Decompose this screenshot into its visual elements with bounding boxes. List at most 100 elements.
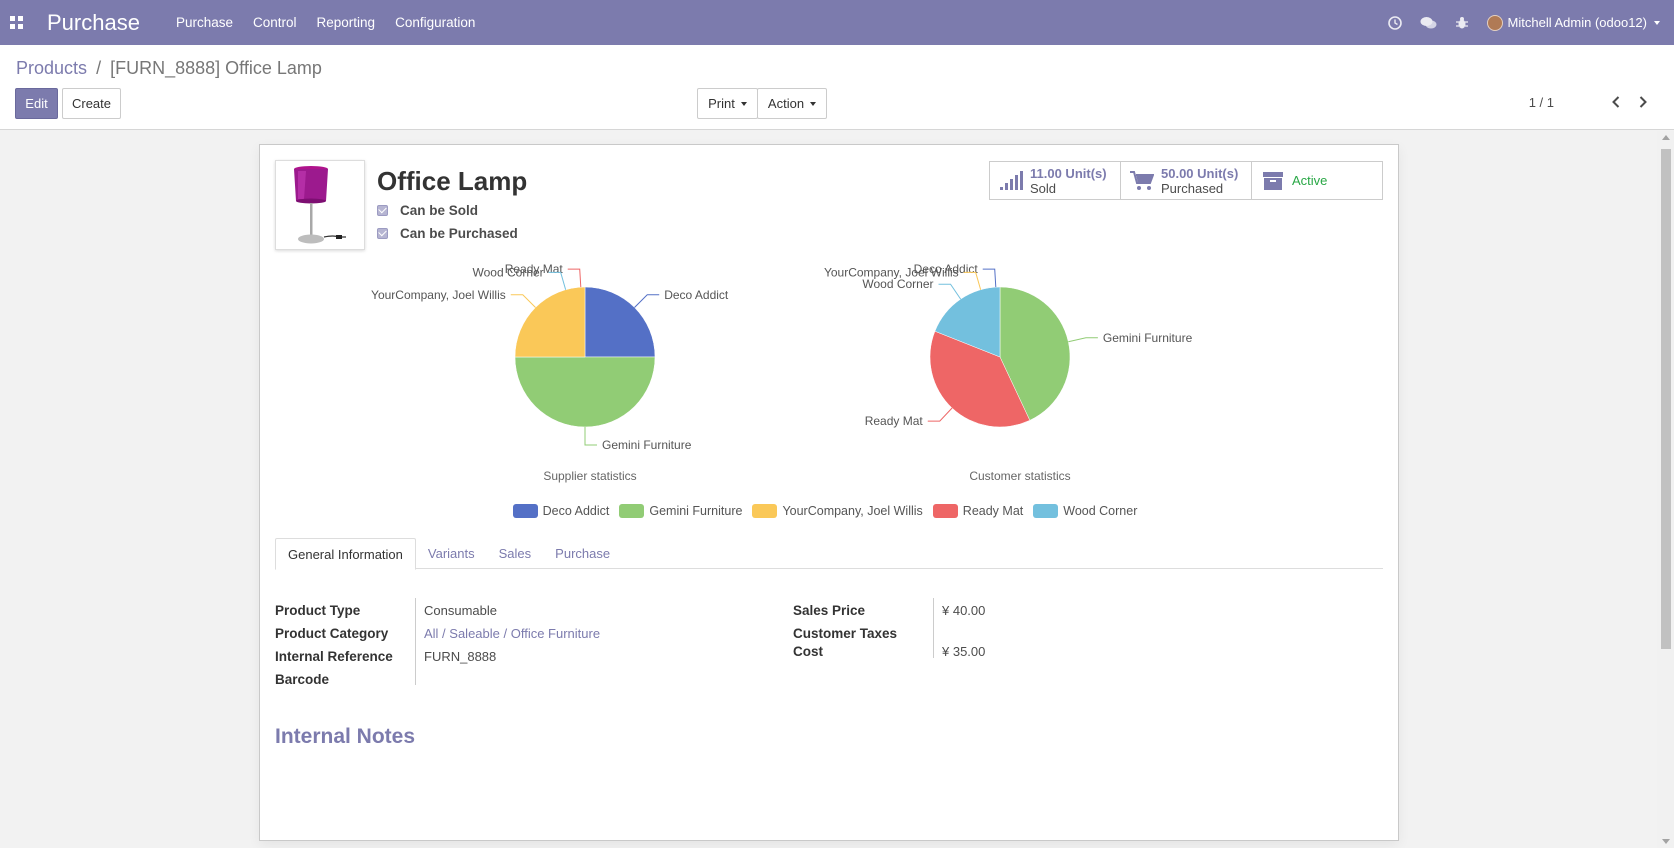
can-be-purchased-checkbox[interactable] (377, 228, 388, 239)
sales-price-value[interactable]: ¥ 40.00 (942, 603, 985, 618)
active-label: Active (1292, 173, 1328, 188)
vertical-scrollbar[interactable] (1657, 131, 1674, 848)
tab-sales[interactable]: Sales (487, 538, 544, 569)
legend-ready-mat[interactable]: Ready Mat (932, 504, 1024, 518)
legend-label: Gemini Furniture (649, 504, 743, 518)
pie-label: Wood Corner (862, 277, 933, 291)
signal-bars-icon (998, 170, 1024, 191)
label-leader-line (927, 407, 953, 422)
control-panel: Products / [FURN_8888] Office Lamp Edit … (0, 45, 1674, 130)
legend-label: Wood Corner (1063, 504, 1138, 518)
office-lamp-image (294, 166, 346, 244)
legend-gemini-furniture[interactable]: Gemini Furniture (619, 504, 742, 518)
cost-value[interactable]: ¥ 35.00 (942, 644, 985, 659)
pager-next-button[interactable] (1632, 91, 1654, 113)
user-menu[interactable]: Mitchell Admin (odoo12) (1486, 14, 1660, 31)
debug-bug-icon[interactable] (1455, 16, 1469, 30)
pager-value[interactable]: 1 / 1 (1529, 95, 1554, 110)
scroll-down-icon[interactable] (1662, 839, 1670, 844)
breadcrumb-products[interactable]: Products (16, 58, 87, 78)
tab-purchase[interactable]: Purchase (543, 538, 622, 569)
legend-deco-addict[interactable]: Deco Addict (512, 504, 610, 518)
label-leader-line (1068, 337, 1098, 343)
user-name: Mitchell Admin (odoo12) (1507, 15, 1647, 30)
print-button[interactable]: Print (697, 88, 758, 119)
statistics-charts: Deco Addict Gemini Furniture YourCompany, … (371, 262, 1193, 452)
can-be-purchased-label: Can be Purchased (400, 226, 518, 241)
internal-reference-label: Internal Reference (275, 649, 393, 664)
label-leader-line (567, 268, 582, 288)
pager-previous-button[interactable] (1605, 91, 1627, 113)
barcode-label: Barcode (275, 672, 330, 687)
legend-label: YourCompany, Joel Willis (782, 504, 923, 518)
internal-reference-value[interactable]: FURN_8888 (424, 649, 496, 664)
legend-yourcompany[interactable]: YourCompany, Joel Willis (752, 504, 923, 518)
action-button[interactable]: Action (757, 88, 827, 119)
product-image[interactable] (275, 160, 365, 250)
sold-smart-button[interactable]: 11.00 Unit(s) Sold (990, 162, 1121, 199)
caret-down-icon (740, 101, 747, 106)
sold-label: Sold (1030, 180, 1057, 196)
label-leader-line (982, 268, 997, 288)
systray: Mitchell Admin (odoo12) (1387, 0, 1674, 45)
menu-control[interactable]: Control (253, 15, 297, 30)
activity-clock-icon[interactable] (1387, 15, 1402, 30)
menu-reporting[interactable]: Reporting (317, 15, 376, 30)
scroll-up-icon[interactable] (1662, 135, 1670, 140)
customer-pie-chart: Deco AddictGemini FurnitureYourCompany, … (824, 262, 1193, 428)
main-menu: Purchase Control Reporting Configuration (176, 15, 495, 30)
tab-variants[interactable]: Variants (416, 538, 487, 569)
tab-general-information[interactable]: General Information (275, 538, 416, 570)
legend-wood-corner[interactable]: Wood Corner (1033, 504, 1137, 518)
product-category-link[interactable]: All / Saleable / Office Furniture (424, 626, 600, 641)
pie-label: YourCompany, Joel Willis (371, 288, 506, 302)
menu-configuration[interactable]: Configuration (395, 15, 475, 30)
chart-legend: Deco Addict Gemini Furniture YourCompany… (260, 504, 1400, 518)
legend-label: Deco Addict (542, 504, 610, 518)
can-be-sold-checkbox[interactable] (377, 205, 388, 216)
cost-label: Cost (793, 644, 823, 659)
chevron-right-icon (1639, 96, 1647, 108)
purchased-smart-button[interactable]: 50.00 Unit(s) Purchased (1121, 162, 1252, 199)
notebook-tabs: General Information Variants Sales Purch… (275, 538, 1383, 570)
sales-price-label: Sales Price (793, 603, 866, 618)
legend-label: Ready Mat (962, 504, 1024, 518)
archive-box-icon (1260, 171, 1286, 191)
apps-menu-icon[interactable] (10, 15, 24, 30)
supplier-chart-title: Supplier statistics (543, 469, 637, 483)
scroll-thumb[interactable] (1661, 149, 1671, 649)
smart-buttons: 11.00 Unit(s) Sold 50.00 Unit(s) Purchas… (989, 161, 1383, 200)
menu-purchase[interactable]: Purchase (176, 15, 233, 30)
user-avatar (1486, 14, 1503, 31)
can-be-purchased-row: Can be Purchased (377, 226, 518, 241)
purchased-value: 50.00 Unit(s) (1161, 165, 1239, 181)
chevron-down-icon (1654, 20, 1660, 25)
breadcrumb-separator: / (96, 58, 102, 78)
app-title[interactable]: Purchase (47, 10, 140, 36)
pie-slice[interactable] (514, 356, 656, 428)
form-view: Office Lamp Can be Sold Can be Purchased… (0, 131, 1674, 848)
sold-value: 11.00 Unit(s) (1030, 165, 1107, 181)
caret-down-icon (810, 101, 817, 106)
form-sheet: Office Lamp Can be Sold Can be Purchased… (259, 144, 1399, 841)
breadcrumb-current: [FURN_8888] Office Lamp (110, 58, 322, 78)
top-navbar: Purchase Purchase Control Reporting Conf… (0, 0, 1674, 45)
customer-chart-title: Customer statistics (969, 469, 1071, 483)
label-leader-line (938, 283, 962, 300)
supplier-pie-chart: Deco Addict Gemini Furniture YourCompany, … (371, 262, 729, 452)
product-type-label: Product Type (275, 603, 361, 618)
product-name[interactable]: Office Lamp (377, 166, 527, 197)
messages-icon[interactable] (1420, 16, 1437, 30)
label-leader-line (510, 294, 536, 308)
pie-label: Gemini Furniture (602, 438, 692, 452)
purchased-label: Purchased (1161, 180, 1224, 196)
label-leader-line (584, 427, 597, 446)
active-toggle-button[interactable]: Active (1252, 162, 1382, 199)
breadcrumb: Products / [FURN_8888] Office Lamp (16, 58, 322, 79)
pie-label: Ready Mat (865, 414, 924, 428)
create-button[interactable]: Create (62, 88, 121, 119)
internal-notes-title: Internal Notes (275, 725, 416, 748)
print-label: Print (708, 96, 735, 111)
product-type-value[interactable]: Consumable (424, 603, 497, 618)
edit-button[interactable]: Edit (15, 88, 58, 119)
